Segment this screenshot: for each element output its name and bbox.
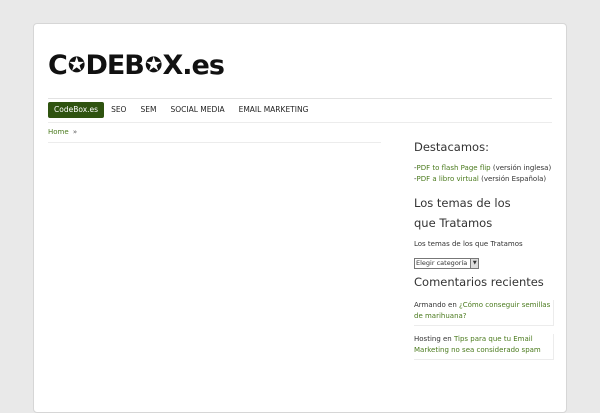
featured-heading: Destacamos: <box>414 140 489 154</box>
logo-part: X.es <box>162 49 224 81</box>
main-nav: CodeBox.es SEO SEM SOCIAL MEDIA EMAIL MA… <box>48 102 315 118</box>
nav-item-home[interactable]: CodeBox.es <box>48 102 105 118</box>
logo-part: DEB <box>85 49 144 81</box>
divider <box>48 142 381 143</box>
list-item: -PDF to flash Page flip (versión inglesa… <box>414 164 552 172</box>
featured-note: (versión Española) <box>478 175 547 183</box>
nav-item-social-media[interactable]: SOCIAL MEDIA <box>163 102 231 118</box>
nav-item-sem[interactable]: SEM <box>133 102 163 118</box>
divider <box>48 122 552 123</box>
topics-label: Los temas de los que Tratamos <box>414 240 523 248</box>
nav-item-seo[interactable]: SEO <box>104 102 133 118</box>
featured-link[interactable]: PDF a libro virtual <box>417 175 479 183</box>
featured-note: (versión inglesa) <box>490 164 552 172</box>
comment-author: Hosting <box>414 335 441 343</box>
comment-on: en <box>440 335 454 343</box>
breadcrumb-home-link[interactable]: Home <box>48 128 69 136</box>
breadcrumb: Home » <box>48 128 77 136</box>
logo-part: C <box>48 49 68 81</box>
divider <box>48 98 552 99</box>
list-item: Armando en ¿Cómo conseguir semillas de m… <box>414 300 554 326</box>
category-select-value: Elegir categoría <box>416 259 468 267</box>
breadcrumb-separator: » <box>72 128 78 136</box>
chevron-down-icon: ▼ <box>470 258 479 268</box>
list-item: -PDF a libro virtual (versión Española) <box>414 175 547 183</box>
comments-heading: Comentarios recientes <box>414 275 544 289</box>
list-item: Hosting en Tips para que tu Email Market… <box>414 334 554 360</box>
comment-author: Armando <box>414 301 446 309</box>
topics-heading: Los temas de los que Tratamos <box>414 196 511 230</box>
star-icon: ✪ <box>67 52 86 77</box>
nav-item-email-marketing[interactable]: EMAIL MARKETING <box>232 102 316 118</box>
star-icon: ✪ <box>144 52 163 77</box>
featured-link[interactable]: PDF to flash Page flip <box>417 164 491 172</box>
site-logo[interactable]: C ✪ DEB ✪ X.es <box>48 49 225 81</box>
page-container: C ✪ DEB ✪ X.es CodeBox.es SEO SEM SOCIAL… <box>33 23 567 413</box>
sidebar: Destacamos: -PDF to flash Page flip (ver… <box>414 137 554 360</box>
category-select[interactable]: Elegir categoría ▼ <box>414 257 480 269</box>
featured-list: -PDF to flash Page flip (versión inglesa… <box>414 163 554 185</box>
comment-on: en <box>445 301 460 309</box>
